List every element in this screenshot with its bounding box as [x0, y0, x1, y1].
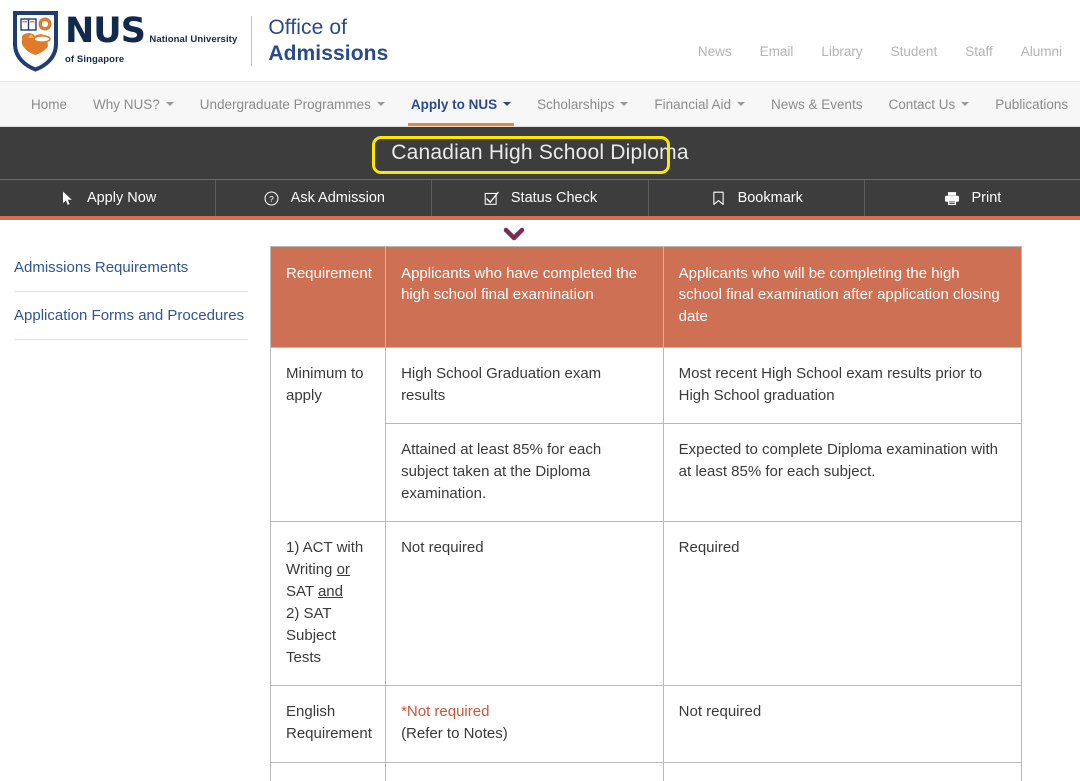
brand-logo[interactable]: NUS National University of Singapore Off… — [0, 10, 388, 72]
cell-minimum-completing-1: Most recent High School exam results pri… — [663, 347, 1021, 423]
act-line-1: 1) ACT with — [286, 537, 370, 559]
sidebar-item-application-forms-and-procedures[interactable]: Application Forms and Procedures — [14, 292, 248, 340]
svg-text:?: ? — [269, 193, 274, 203]
office-title: Office of Admissions — [268, 15, 388, 66]
english-refer-to-notes: (Refer to Notes) — [401, 723, 648, 745]
status-check-label: Status Check — [511, 190, 597, 206]
table-header-requirement: Requirement — [271, 247, 386, 348]
act-line-2: Writing or — [286, 559, 370, 581]
nav-item-undergraduate-programmes[interactable]: Undergraduate Programmes — [187, 82, 398, 126]
act-line-3: SAT and — [286, 581, 370, 603]
bookmark-icon — [710, 190, 727, 207]
nav-item-news-and-events[interactable]: News & Events — [758, 82, 876, 126]
nav-item-news-and-events-label: News & Events — [771, 97, 863, 112]
quicklink-email[interactable]: Email — [760, 44, 794, 59]
page-content: Admissions Requirements Application Form… — [0, 220, 1080, 781]
cell-minimum-completed-2: Attained at least 85% for each subject t… — [386, 423, 664, 521]
sidebar: Admissions Requirements Application Form… — [0, 246, 270, 781]
office-title-line2: Admissions — [268, 42, 388, 65]
ask-admission-label: Ask Admission — [291, 190, 385, 206]
quicklink-library[interactable]: Library — [821, 44, 862, 59]
nus-shield-crest-icon — [12, 10, 59, 72]
cell-act-completing: Required — [663, 522, 1021, 686]
nus-tagline-line1: National University — [149, 34, 237, 45]
apply-now-button[interactable]: Apply Now — [0, 180, 216, 216]
chevron-down-icon — [620, 102, 628, 106]
site-masthead: NUS National University of Singapore Off… — [0, 0, 1080, 82]
brand-divider — [251, 16, 252, 66]
bookmark-label: Bookmark — [738, 190, 803, 206]
printer-icon — [944, 190, 961, 207]
quicklink-alumni[interactable]: Alumni — [1021, 44, 1062, 59]
cell-course-completing: Not eligible for Architecture/Dentistry/… — [663, 762, 1021, 781]
print-button[interactable]: Print — [865, 180, 1080, 216]
nav-item-contact-us-label: Contact Us — [889, 97, 956, 112]
cell-requirement-act-sat: 1) ACT with Writing or SAT and 2) SAT Su… — [271, 522, 386, 686]
chevron-down-icon — [501, 227, 527, 243]
page-title: Canadian High School Diploma — [391, 141, 688, 165]
nav-item-scholarships[interactable]: Scholarships — [524, 82, 641, 126]
table-row: Minimum to apply High School Graduation … — [271, 347, 1022, 423]
cell-course-completed: Eligible for all courses — [386, 762, 664, 781]
nav-item-contact-us[interactable]: Contact Us — [876, 82, 983, 126]
sidebar-item-admissions-requirements[interactable]: Admissions Requirements — [14, 252, 248, 292]
cell-requirement-minimum-to-apply: Minimum to apply — [271, 347, 386, 521]
nus-wordmark: NUS — [65, 11, 145, 51]
page-title-bar: Canadian High School Diploma — [0, 127, 1080, 179]
office-title-line1: Office of — [268, 16, 347, 39]
status-check-button[interactable]: Status Check — [432, 180, 648, 216]
nav-item-apply-to-nus[interactable]: Apply to NUS — [398, 82, 524, 126]
table-row: Course Eligibility Eligible for all cour… — [271, 762, 1022, 781]
table-header-row: Requirement Applicants who have complete… — [271, 247, 1022, 348]
print-label: Print — [972, 190, 1002, 206]
cell-english-completing: Not required — [663, 686, 1021, 762]
cell-minimum-completing-2: Expected to complete Diploma examination… — [663, 423, 1021, 521]
quicklink-student[interactable]: Student — [891, 44, 938, 59]
requirements-table: Requirement Applicants who have complete… — [270, 246, 1022, 781]
action-bar: Apply Now ? Ask Admission Status Check B… — [0, 179, 1080, 220]
english-not-required-highlight: *Not required — [401, 701, 648, 723]
cell-requirement-english: English Requirement — [271, 686, 386, 762]
act-word-and: and — [318, 583, 343, 600]
bookmark-button[interactable]: Bookmark — [649, 180, 865, 216]
chevron-down-icon — [737, 102, 745, 106]
cursor-arrow-icon — [59, 190, 76, 207]
chevron-down-icon — [377, 102, 385, 106]
nav-item-publications-label: Publications — [995, 97, 1068, 112]
chevron-down-icon — [961, 102, 969, 106]
table-row: 1) ACT with Writing or SAT and 2) SAT Su… — [271, 522, 1022, 686]
table-row: English Requirement *Not required (Refer… — [271, 686, 1022, 762]
table-header-completed: Applicants who have completed the high s… — [386, 247, 664, 348]
nav-item-financial-aid-label: Financial Aid — [654, 97, 731, 112]
nav-item-financial-aid[interactable]: Financial Aid — [641, 82, 758, 126]
cell-minimum-completed-1: High School Graduation exam results — [386, 347, 664, 423]
apply-now-label: Apply Now — [87, 190, 156, 206]
main-content: Requirement Applicants who have complete… — [270, 246, 1080, 781]
act-word-or: or — [337, 561, 350, 578]
chevron-down-icon — [166, 102, 174, 106]
act-line-4: 2) SAT — [286, 603, 370, 625]
act-line-5: Subject Tests — [286, 625, 370, 669]
nav-item-home-label: Home — [31, 97, 67, 112]
cell-english-completed: *Not required (Refer to Notes) — [386, 686, 664, 762]
question-circle-icon: ? — [263, 190, 280, 207]
quicklink-staff[interactable]: Staff — [965, 44, 993, 59]
quick-links: News Email Library Student Staff Alumni — [698, 44, 1062, 59]
ask-admission-button[interactable]: ? Ask Admission — [216, 180, 432, 216]
nav-item-scholarships-label: Scholarships — [537, 97, 614, 112]
quicklink-news[interactable]: News — [698, 44, 732, 59]
nav-item-why-nus[interactable]: Why NUS? — [80, 82, 187, 126]
cell-act-completed: Not required — [386, 522, 664, 686]
cell-requirement-course-eligibility: Course Eligibility — [271, 762, 386, 781]
chevron-down-icon — [503, 102, 511, 106]
checked-box-icon — [483, 190, 500, 207]
nav-item-undergraduate-programmes-label: Undergraduate Programmes — [200, 97, 371, 112]
table-header-completing: Applicants who will be completing the hi… — [663, 247, 1021, 348]
nav-item-home[interactable]: Home — [18, 82, 80, 126]
nav-item-publications[interactable]: Publications — [982, 82, 1080, 126]
main-navigation: Home Why NUS? Undergraduate Programmes A… — [0, 82, 1080, 127]
nav-item-why-nus-label: Why NUS? — [93, 97, 160, 112]
nav-item-apply-to-nus-label: Apply to NUS — [411, 97, 497, 112]
nus-tagline-line2: of Singapore — [65, 54, 124, 65]
